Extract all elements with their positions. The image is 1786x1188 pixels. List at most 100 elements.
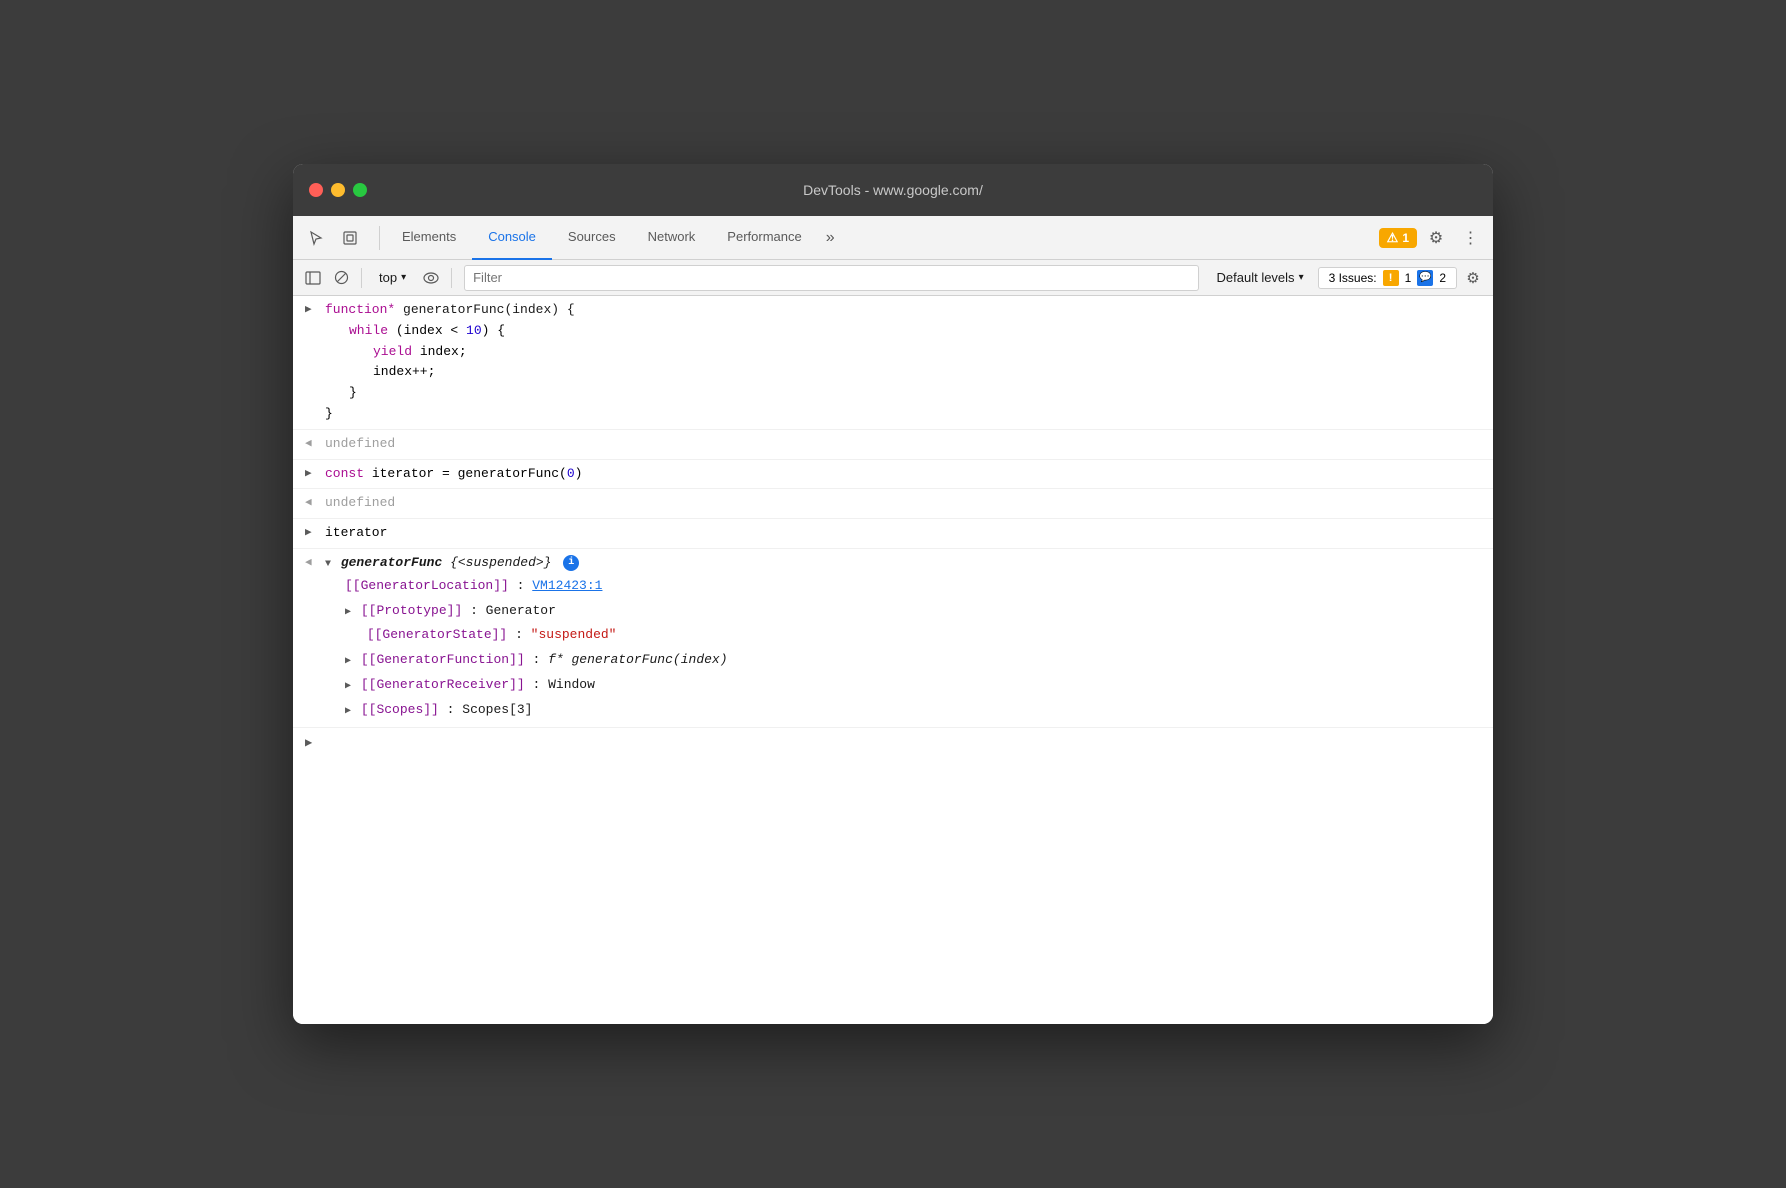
undefined-content-1: undefined (325, 434, 1485, 455)
prop-key-prototype: [[Prototype]] (361, 603, 462, 618)
prop-value-vm-link[interactable]: VM12423:1 (532, 578, 602, 593)
context-label: top (379, 270, 397, 285)
prop-generator-function: ▶ [[GeneratorFunction]] : f* generatorFu… (345, 648, 1485, 673)
tab-bar-right: ⚠ 1 ⚙ ⋮ (1379, 224, 1485, 252)
filter-input[interactable] (473, 270, 1189, 285)
result-arrow-2: ◀ (305, 495, 319, 513)
tab-elements[interactable]: Elements (386, 216, 472, 260)
prop-key-gen-recv: [[GeneratorReceiver]] (361, 677, 525, 692)
undefined-text-1: undefined (325, 436, 395, 451)
input-prompt-icon: ▶ (305, 734, 312, 753)
prop-generator-state: [[GeneratorState]] : "suspended" (345, 623, 1485, 648)
issues-msg-icon: 💬 (1417, 270, 1433, 286)
title-bar: DevTools - www.google.com/ (293, 164, 1493, 216)
console-entry-function: ▶ function* generatorFunc(index) { while… (293, 296, 1493, 430)
traffic-lights (309, 183, 367, 197)
gear-icon: ⚙ (1429, 228, 1443, 248)
prop-sep-4: : (532, 652, 548, 667)
tab-console[interactable]: Console (472, 216, 552, 260)
undefined-content-2: undefined (325, 493, 1485, 514)
prop-generator-location: [[GeneratorLocation]] : VM12423:1 (345, 574, 1485, 599)
expand-arrow-3[interactable]: ▶ (305, 525, 319, 543)
issues-count-btn[interactable]: 3 Issues: ! 1 💬 2 (1318, 267, 1457, 289)
ban-icon (334, 270, 349, 285)
cursor-icon-btn[interactable] (301, 224, 331, 252)
num-0: 0 (567, 466, 575, 481)
collapse-triangle[interactable]: ▼ (325, 557, 331, 573)
generator-properties: [[GeneratorLocation]] : VM12423:1 ▶ [[Pr… (325, 574, 1485, 723)
tab-performance[interactable]: Performance (711, 216, 817, 260)
gen-func-expand-triangle[interactable]: ▶ (345, 654, 351, 670)
settings-icon-btn[interactable]: ⚙ (1421, 224, 1451, 252)
undefined-text-2: undefined (325, 495, 395, 510)
console-toolbar: top ▾ Default levels ▾ 3 Issues: ! 1 💬 2… (293, 260, 1493, 296)
prop-sep-1: : (517, 578, 533, 593)
tabs: Elements Console Sources Network Perform… (386, 216, 1379, 260)
iterator-text: iterator (325, 523, 1485, 544)
issues-warn-count: 1 (1405, 271, 1412, 285)
expand-arrow-2[interactable]: ▶ (305, 466, 319, 484)
tab-bar: Elements Console Sources Network Perform… (293, 216, 1493, 260)
prop-key-scopes: [[Scopes]] (361, 702, 439, 717)
generator-obj-content: ▼ generatorFunc {<suspended>} i [[Genera… (325, 553, 1485, 723)
issues-badge-count: 1 (1402, 231, 1409, 245)
more-vertical-icon: ⋮ (1463, 228, 1478, 248)
window-title: DevTools - www.google.com/ (803, 182, 983, 198)
result-arrow-1: ◀ (305, 436, 319, 454)
prop-sep-2: : Generator (470, 603, 556, 618)
scopes-expand-triangle[interactable]: ▶ (345, 704, 351, 720)
tab-network[interactable]: Network (632, 216, 712, 260)
toolbar-divider-2 (451, 268, 452, 288)
layers-icon-btn[interactable] (335, 224, 365, 252)
default-levels-btn[interactable]: Default levels ▾ (1207, 267, 1314, 288)
gen-recv-expand-triangle[interactable]: ▶ (345, 679, 351, 695)
chevron-down-icon: ▾ (401, 272, 406, 283)
prop-sep-5: : Window (532, 677, 594, 692)
info-badge[interactable]: i (563, 555, 579, 571)
kw-yield: yield (373, 344, 412, 359)
num-10: 10 (466, 323, 482, 338)
kw-const: const (325, 466, 364, 481)
prop-value-gen-func: f* generatorFunc(index) (548, 652, 727, 667)
issues-badge[interactable]: ⚠ 1 (1379, 228, 1417, 248)
expand-arrow-1[interactable]: ▶ (305, 302, 319, 320)
clear-console-btn[interactable] (329, 266, 353, 290)
function-block-content: function* generatorFunc(index) { while (… (325, 300, 1485, 425)
prop-sep-3: : (515, 627, 531, 642)
maximize-button[interactable] (353, 183, 367, 197)
prop-key-state: [[GeneratorState]] (367, 627, 507, 642)
prototype-expand-triangle[interactable]: ▶ (345, 605, 351, 621)
close-button[interactable] (309, 183, 323, 197)
layers-icon (342, 230, 358, 246)
tab-sources[interactable]: Sources (552, 216, 632, 260)
kw-function: function* (325, 302, 395, 317)
result-arrow-3: ◀ (305, 555, 319, 573)
issues-count-label: 3 Issues: (1329, 271, 1377, 285)
eye-icon-btn[interactable] (419, 266, 443, 290)
console-settings-btn[interactable]: ⚙ (1461, 266, 1485, 290)
generator-suspended-detail: {<suspended>} (450, 555, 551, 570)
issues-msg-count: 2 (1439, 271, 1446, 285)
sidebar-panel-btn[interactable] (301, 266, 325, 290)
toolbar-divider-1 (361, 268, 362, 288)
filter-input-wrap (464, 265, 1198, 291)
context-selector-btn[interactable]: top ▾ (370, 267, 415, 288)
issues-warn-icon: ! (1383, 270, 1399, 286)
prop-key-gen-func: [[GeneratorFunction]] (361, 652, 525, 667)
kw-while: while (349, 323, 388, 338)
prop-scopes: ▶ [[Scopes]] : Scopes[3] (345, 698, 1485, 723)
prop-key-generator-location: [[GeneratorLocation]] (345, 578, 509, 593)
tabs-more-button[interactable]: » (818, 216, 843, 260)
tab-divider-1 (379, 226, 380, 250)
console-entry-iterator: ▶ iterator (293, 519, 1493, 549)
minimize-button[interactable] (331, 183, 345, 197)
console-entry-undefined-2: ◀ undefined (293, 489, 1493, 519)
console-entry-undefined-1: ◀ undefined (293, 430, 1493, 460)
prop-generator-receiver: ▶ [[GeneratorReceiver]] : Window (345, 673, 1485, 698)
console-entry-generator-obj: ◀ ▼ generatorFunc {<suspended>} i [[Gene… (293, 549, 1493, 728)
console-content[interactable]: ▶ function* generatorFunc(index) { while… (293, 296, 1493, 1024)
prop-value-state: "suspended" (531, 627, 617, 642)
more-options-btn[interactable]: ⋮ (1455, 224, 1485, 252)
generator-obj-header: ▼ generatorFunc {<suspended>} i (325, 553, 1485, 574)
sidebar-panel-icon (305, 271, 321, 285)
